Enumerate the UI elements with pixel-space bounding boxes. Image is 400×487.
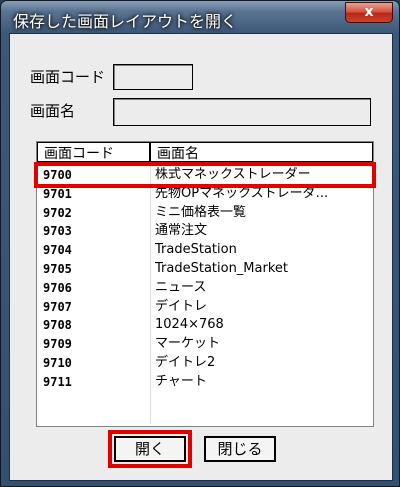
list-item-code: 9711	[43, 374, 72, 389]
list-item-name: 通常注文	[155, 223, 208, 239]
column-header-code[interactable]: 画面コード	[37, 142, 150, 162]
close-window-button[interactable]: x	[345, 2, 393, 23]
list-item-code: 9704	[43, 243, 72, 258]
window-title: 保存した画面レイアウトを開く	[13, 12, 238, 31]
screen-code-label: 画面コード	[30, 68, 106, 86]
list-item[interactable]: 9705 TradeStation_Market	[37, 260, 373, 278]
dialog-window: 保存した画面レイアウトを開く x 画面コード 画面名 画面コード 画面名 970…	[0, 0, 400, 487]
list-item[interactable]: 9708 1024×768	[37, 316, 373, 334]
close-icon: x	[364, 4, 374, 20]
column-header-name[interactable]: 画面名	[150, 142, 373, 162]
screen-name-field[interactable]	[113, 98, 371, 126]
list-item[interactable]: 9703 通常注文	[37, 222, 373, 240]
list-item-code: 9703	[43, 224, 72, 239]
row-highlight	[34, 162, 376, 188]
list-item-code: 9702	[43, 205, 72, 220]
list-item[interactable]: 9707 デイトレ	[37, 298, 373, 316]
list-item-name: チャート	[155, 373, 207, 389]
title-bar[interactable]: 保存した画面レイアウトを開く x	[1, 1, 399, 33]
dialog-body: 画面コード 画面名 画面コード 画面名 9700 株式マネックストレーダー 9701…	[9, 33, 393, 481]
list-item-code: 9710	[43, 356, 72, 370]
list-item[interactable]: 9702 ミニ価格表一覧	[37, 204, 373, 222]
list-item-code: 9709	[43, 337, 72, 352]
list-item-name: デイトレ2	[155, 355, 216, 370]
list-item-code: 9708	[43, 318, 72, 333]
list-item-name: マーケット	[155, 336, 221, 352]
list-item-name: デイトレ	[155, 298, 208, 314]
list-item[interactable]: 9709 マーケット	[37, 335, 373, 353]
list-item-name: TradeStation	[155, 242, 237, 258]
list-item[interactable]: 9706 ニュース	[37, 279, 373, 297]
list-item-name: ミニ価格表一覧	[155, 204, 247, 220]
screen-code-field[interactable]	[113, 64, 193, 90]
list-item-code: 9706	[43, 280, 72, 295]
list-item[interactable]: 9711 チャート	[37, 373, 373, 391]
list-item[interactable]: 9710 デイトレ2	[37, 354, 373, 372]
list-item-code: 9705	[43, 262, 72, 276]
list-item-name: 1024×768	[155, 317, 224, 333]
close-button[interactable]: 閉じる	[204, 436, 276, 462]
list-item-code: 9707	[43, 299, 72, 314]
screen-name-label: 画面名	[30, 102, 76, 120]
open-button[interactable]: 開く	[114, 436, 186, 462]
list-item[interactable]: 9704 TradeStation	[37, 241, 373, 259]
list-item-name: ニュース	[155, 279, 207, 295]
list-item-name: TradeStation_Market	[155, 261, 288, 276]
